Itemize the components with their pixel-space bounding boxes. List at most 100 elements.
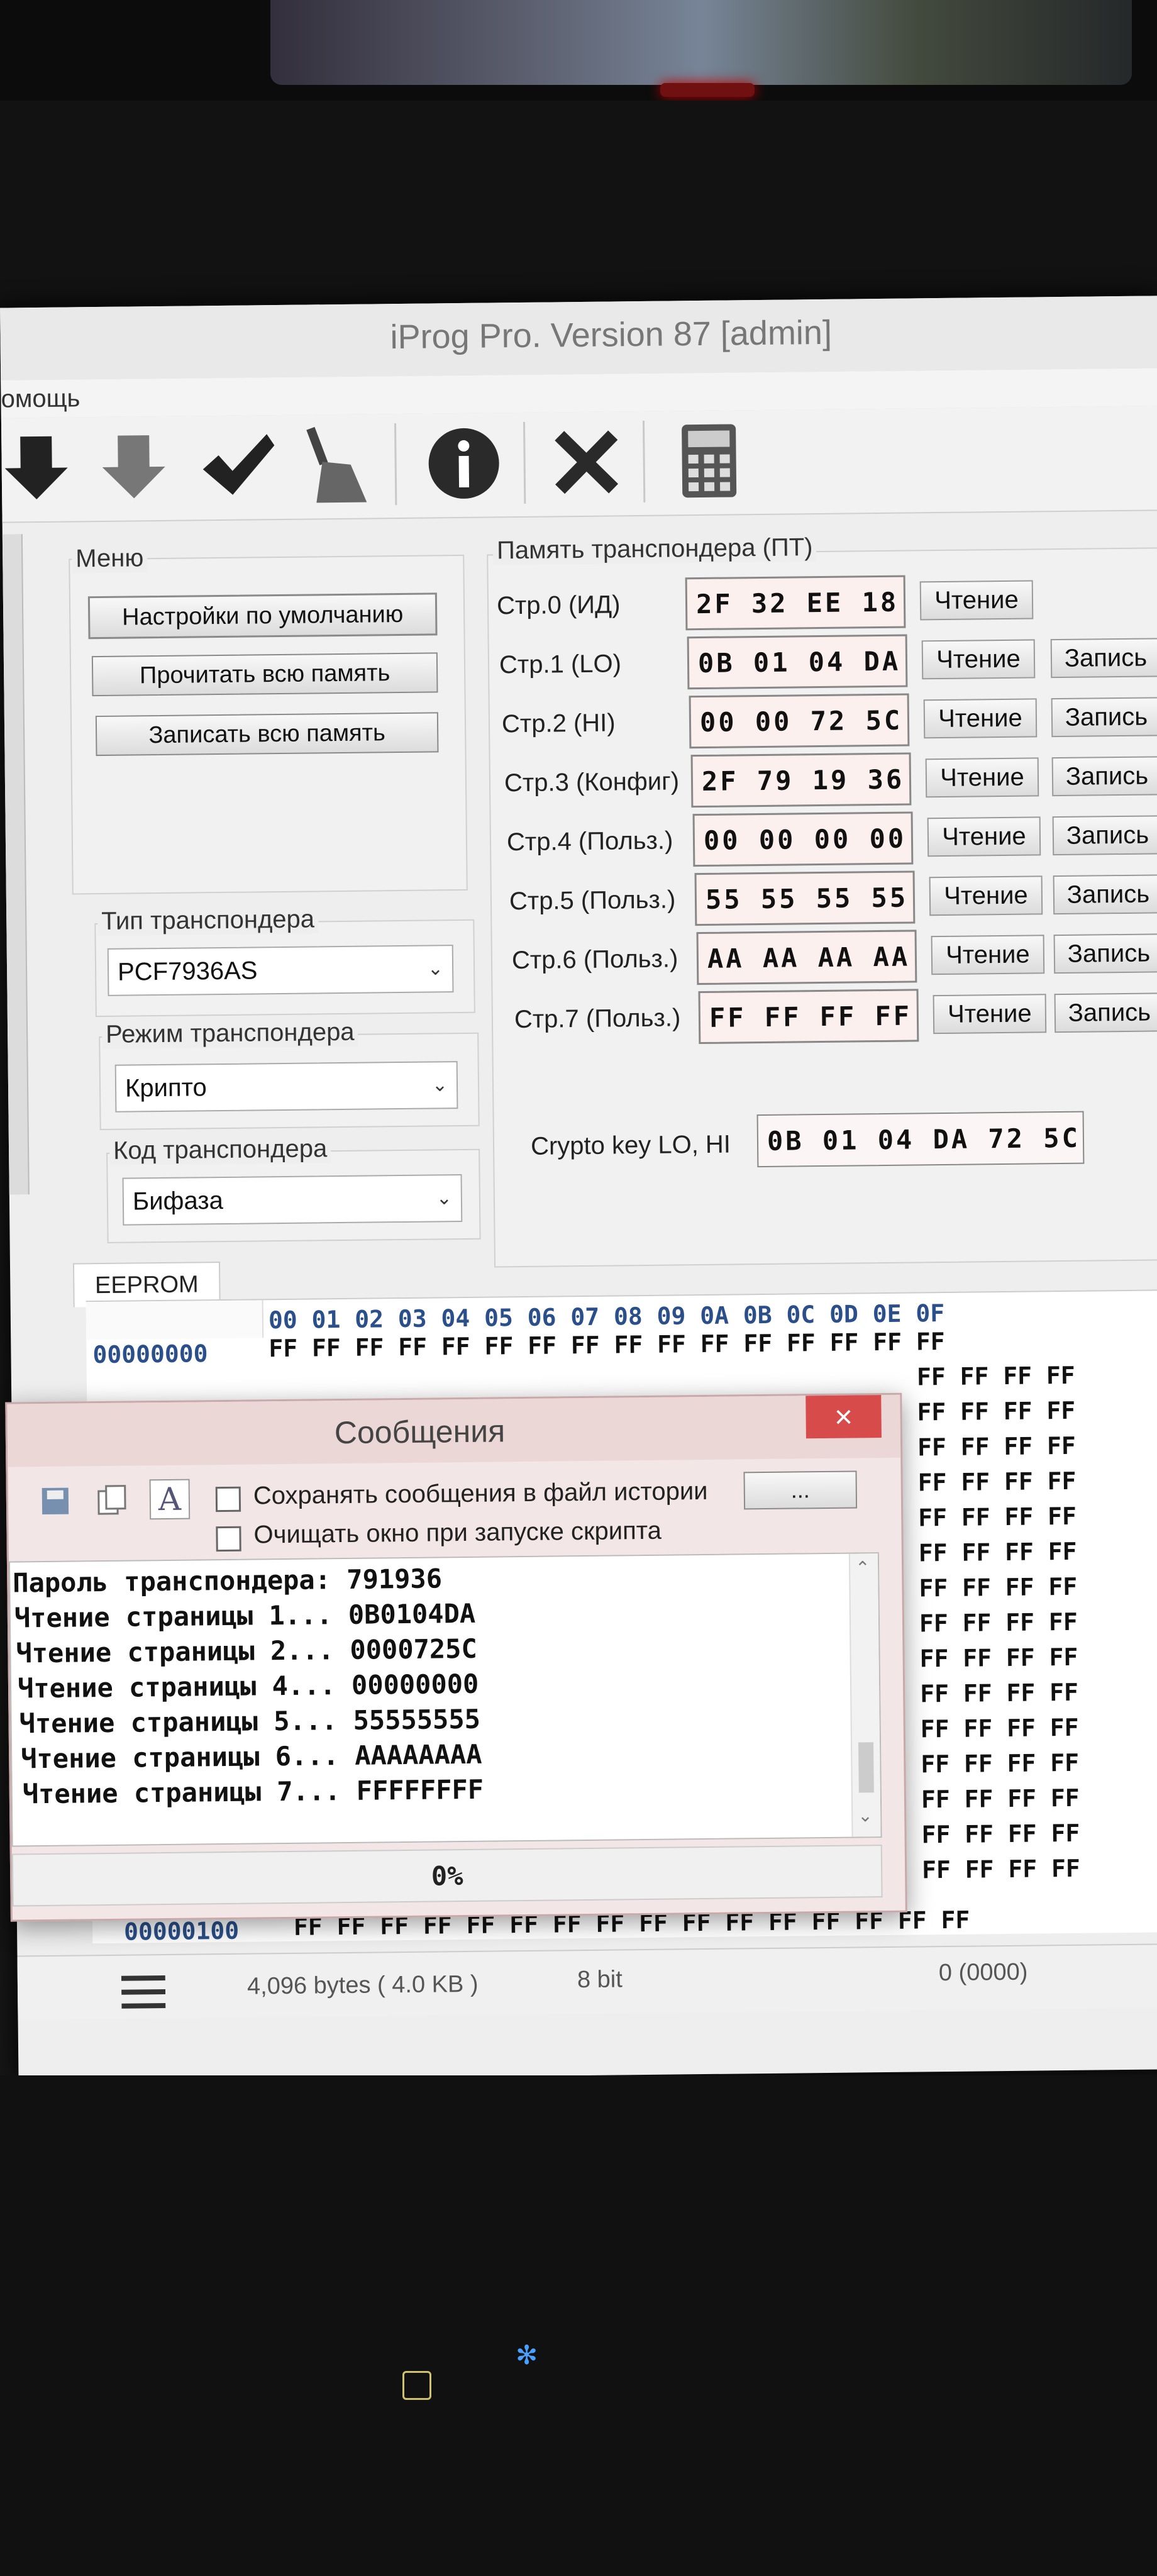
menu-lines-icon[interactable]: [121, 1973, 166, 2014]
toolbar-separator: [394, 423, 397, 506]
mode-label: Режим транспондера: [101, 1018, 358, 1049]
type-select[interactable]: PCF7936AS ⌄: [107, 945, 454, 996]
left-panel-edge: [2, 534, 30, 1195]
page-value-field[interactable]: FF FF FF FF: [698, 989, 919, 1045]
copy-icon[interactable]: [96, 1485, 128, 1517]
hex-row[interactable]: FF FF FF FF: [917, 1467, 1076, 1497]
log-scrollbar[interactable]: ⌃ ⌄: [848, 1553, 881, 1837]
write-page-button[interactable]: Запись: [1053, 874, 1157, 915]
log-line: Чтение страницы 5... 55555555: [19, 1703, 481, 1740]
hex-corner: [86, 1300, 264, 1340]
hex-row[interactable]: FF FF FF FF: [919, 1538, 1077, 1567]
hex-row[interactable]: FF FF FF FF: [921, 1819, 1080, 1849]
default-settings-button[interactable]: Настройки по умолчанию: [87, 592, 438, 640]
scroll-thumb[interactable]: [858, 1742, 874, 1793]
read-page-button[interactable]: Чтение: [921, 639, 1036, 680]
close-button[interactable]: ×: [805, 1395, 882, 1439]
page-label: Стр.5 (Польз.): [509, 886, 676, 916]
write-page-button[interactable]: Запись: [1053, 933, 1157, 974]
clear-on-start-checkbox[interactable]: [216, 1526, 241, 1552]
chevron-down-icon: ⌄: [427, 958, 444, 980]
code-value: Бифаза: [132, 1186, 224, 1216]
hex-address: 00000100: [123, 1916, 240, 1946]
read-all-button[interactable]: Прочитать всю память: [91, 652, 438, 697]
messages-title: Сообщения: [334, 1413, 506, 1451]
crypto-key-label: Crypto key LO, HI: [530, 1130, 731, 1160]
status-size: 4,096 bytes ( 4.0 KB ): [246, 1970, 479, 2000]
progress-bar: 0%: [11, 1845, 883, 1907]
page-label: Стр.7 (Польз.): [514, 1004, 681, 1034]
info-icon[interactable]: [416, 419, 511, 508]
arrow-down-icon[interactable]: [86, 423, 181, 512]
save-history-checkbox[interactable]: [215, 1486, 241, 1513]
mode-select[interactable]: Крипто ⌄: [114, 1061, 458, 1113]
write-page-button[interactable]: Запись: [1052, 815, 1157, 856]
chevron-down-icon: ⌄: [431, 1074, 448, 1096]
hex-row[interactable]: FF FF FF FF: [917, 1362, 1075, 1391]
page-value-field[interactable]: 55 55 55 55: [694, 870, 916, 926]
toolbar-separator: [642, 420, 646, 502]
hex-row[interactable]: FF FF FF FF: [922, 1855, 1080, 1884]
page-value-field[interactable]: 00 00 00 00: [692, 811, 914, 867]
calculator-icon[interactable]: [662, 416, 756, 506]
log-line: Чтение страницы 6... AAAAAAAA: [20, 1738, 482, 1775]
read-page-button[interactable]: Чтение: [923, 698, 1038, 739]
hex-row[interactable]: FF FF FF FF: [919, 1608, 1078, 1638]
page-value-field[interactable]: 0B 01 04 DA: [687, 634, 908, 690]
status-offset: 0 (0000): [938, 1958, 1028, 1987]
browse-button[interactable]: ...: [743, 1470, 858, 1510]
broom-icon[interactable]: [291, 420, 385, 509]
title-bar: iProg Pro. Version 87 [admin]: [0, 296, 1157, 381]
write-page-button[interactable]: Запись: [1054, 992, 1157, 1033]
hex-row[interactable]: FF FF FF FF: [917, 1432, 1076, 1462]
hex-address: 00000000: [92, 1340, 208, 1369]
close-x-icon[interactable]: [539, 418, 634, 507]
font-icon[interactable]: A: [149, 1479, 191, 1520]
save-icon[interactable]: [40, 1485, 72, 1518]
write-page-button[interactable]: Запись: [1051, 756, 1157, 797]
code-label: Код транспондера: [109, 1135, 331, 1165]
read-page-button[interactable]: Чтение: [925, 757, 1039, 798]
toolbar: [1, 406, 1157, 523]
log-line: Чтение страницы 7... FFFFFFFF: [22, 1774, 484, 1810]
arrow-down-icon[interactable]: [0, 423, 84, 513]
page-label: Стр.0 (ИД): [496, 591, 621, 620]
hex-row[interactable]: FF FF FF FF: [917, 1397, 1075, 1426]
hex-row[interactable]: FF FF FF FF: [921, 1714, 1079, 1743]
mode-value: Крипто: [125, 1073, 207, 1102]
bluetooth-icon: ✻: [516, 2340, 538, 2370]
page-value-field[interactable]: AA AA AA AA: [696, 930, 917, 985]
read-page-button[interactable]: Чтение: [919, 580, 1034, 621]
read-page-button[interactable]: Чтение: [929, 875, 1043, 916]
photo-bottom: ✻: [0, 2075, 1157, 2576]
hex-row[interactable]: FF FF FF FF: [920, 1679, 1078, 1708]
crypto-key-field[interactable]: 0B 01 04 DA 72 5C: [756, 1111, 1085, 1168]
write-page-button[interactable]: Запись: [1051, 697, 1157, 738]
read-page-button[interactable]: Чтение: [933, 994, 1047, 1035]
read-page-button[interactable]: Чтение: [931, 935, 1045, 975]
hex-row[interactable]: FF FF FF FF: [921, 1784, 1080, 1814]
hex-row[interactable]: FF FF FF FF: [921, 1749, 1079, 1779]
checkmark-icon[interactable]: [190, 421, 285, 511]
chevron-down-icon[interactable]: ⌄: [858, 1805, 873, 1826]
read-page-button[interactable]: Чтение: [927, 816, 1041, 857]
memory-group-label: Память транспондера (ПТ): [492, 533, 817, 565]
messages-log[interactable]: ⌃ ⌄ Пароль транспондера: 791936 Чтение ст…: [8, 1552, 882, 1847]
chevron-down-icon: ⌄: [436, 1187, 453, 1209]
page-label: Стр.2 (HI): [501, 709, 616, 738]
code-select[interactable]: Бифаза ⌄: [122, 1174, 463, 1226]
hex-row[interactable]: FF FF FF FF: [919, 1573, 1077, 1602]
window-title: iProg Pro. Version 87 [admin]: [390, 313, 833, 357]
page-value-field[interactable]: 00 00 72 5C: [689, 693, 910, 749]
write-all-button[interactable]: Записать всю память: [95, 712, 439, 757]
log-line: Пароль транспондера: 791936: [13, 1563, 443, 1599]
page-label: Стр.1 (LO): [499, 650, 622, 679]
chevron-up-icon[interactable]: ⌃: [855, 1557, 870, 1578]
menu-help[interactable]: омощь: [1, 384, 80, 413]
write-page-button[interactable]: Запись: [1050, 638, 1157, 679]
hex-row[interactable]: FF FF FF FF: [919, 1643, 1078, 1673]
page-value-field[interactable]: 2F 32 EE 18: [685, 575, 906, 631]
hex-row[interactable]: FF FF FF FF: [918, 1502, 1077, 1532]
page-value-field[interactable]: 2F 79 19 36: [690, 752, 912, 808]
page-label: Стр.3 (Конфиг): [504, 767, 680, 797]
